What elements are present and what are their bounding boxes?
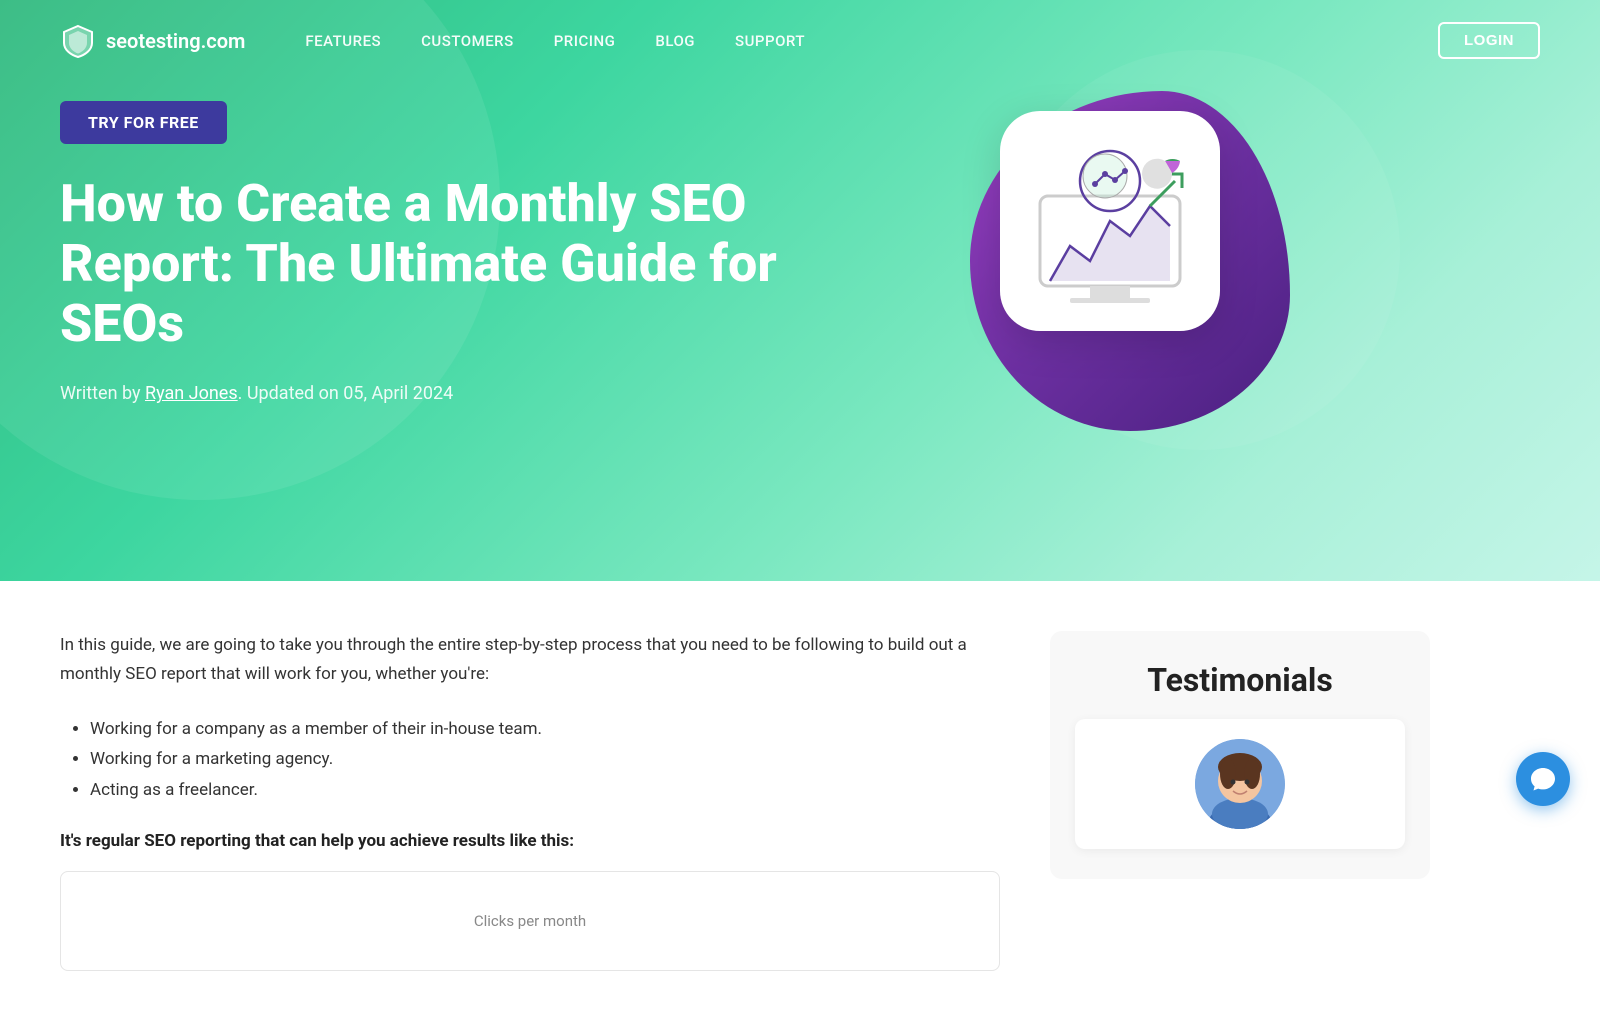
written-by-label: Written by xyxy=(60,383,141,404)
hero-left: TRY FOR FREE How to Create a Monthly SEO… xyxy=(60,101,880,404)
logo[interactable]: seotesting.com xyxy=(60,23,245,59)
avatar xyxy=(1195,739,1285,829)
list-item: Working for a marketing agency. xyxy=(90,744,1000,775)
testimonial-box xyxy=(1075,719,1405,849)
header: seotesting.com FEATURES CUSTOMERS PRICIN… xyxy=(0,0,1600,581)
avatar-illustration xyxy=(1195,739,1285,829)
chart-box: Clicks per month xyxy=(60,871,1000,971)
logo-text: seotesting.com xyxy=(106,29,245,53)
sidebar: Testimonials xyxy=(1050,631,1430,971)
chat-button[interactable] xyxy=(1516,752,1570,806)
nav-item-features[interactable]: FEATURES xyxy=(305,32,381,50)
login-button[interactable]: LOGIN xyxy=(1438,22,1540,59)
list-item: Acting as a freelancer. xyxy=(90,775,1000,806)
icon-card xyxy=(1000,111,1220,331)
bullet-list: Working for a company as a member of the… xyxy=(60,714,1000,806)
nav-item-blog[interactable]: BLOG xyxy=(655,32,695,50)
updated-date: . Updated on 05, April 2024 xyxy=(238,383,454,404)
chat-icon xyxy=(1530,766,1556,792)
article-body: In this guide, we are going to take you … xyxy=(60,631,1000,971)
chart-label: Clicks per month xyxy=(474,912,586,930)
hero-title: How to Create a Monthly SEO Report: The … xyxy=(60,174,840,353)
main-content: In this guide, we are going to take you … xyxy=(0,581,1600,1021)
try-for-free-button-hero[interactable]: TRY FOR FREE xyxy=(60,101,227,144)
list-item: Working for a company as a member of the… xyxy=(90,714,1000,745)
hero-illustration xyxy=(880,61,1380,481)
testimonials-title: Testimonials xyxy=(1075,661,1405,699)
hero-meta: Written by Ryan Jones. Updated on 05, Ap… xyxy=(60,383,880,404)
seo-illustration-container xyxy=(940,61,1320,481)
intro-paragraph: In this guide, we are going to take you … xyxy=(60,631,1000,689)
nav-item-customers[interactable]: CUSTOMERS xyxy=(421,32,514,50)
bold-paragraph: It's regular SEO reporting that can help… xyxy=(60,831,1000,851)
hero-section: TRY FOR FREE How to Create a Monthly SEO… xyxy=(0,81,1600,521)
chart-illustration xyxy=(1020,136,1200,306)
shield-icon xyxy=(60,23,96,59)
nav-links: FEATURES CUSTOMERS PRICING BLOG SUPPORT xyxy=(305,32,1438,50)
author-link[interactable]: Ryan Jones xyxy=(145,383,238,404)
nav-item-support[interactable]: SUPPORT xyxy=(735,32,805,50)
testimonials-card: Testimonials xyxy=(1050,631,1430,879)
nav-item-pricing[interactable]: PRICING xyxy=(554,32,616,50)
